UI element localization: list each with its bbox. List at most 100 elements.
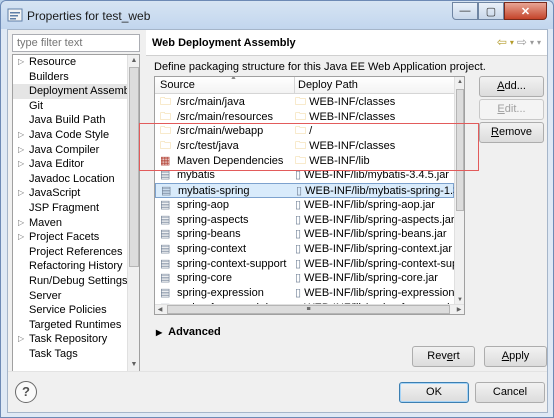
forward-arrow-icon[interactable]: ⇨ <box>517 35 527 51</box>
expand-triangle-icon[interactable]: ▷ <box>18 157 24 172</box>
sidebar-item[interactable]: ▷ Task Repository <box>13 332 129 347</box>
deploy-path-cell: ▯ WEB-INF/lib/spring-beans.jar <box>295 227 454 242</box>
panel-divider[interactable] <box>142 30 146 388</box>
deploy-path-cell: ▯ WEB-INF/lib/spring-context-support.jar <box>295 257 454 272</box>
sidebar-item[interactable]: ▷ JavaScript <box>13 186 129 201</box>
help-icon[interactable]: ? <box>15 381 37 403</box>
table-horizontal-scrollbar[interactable]: ◀ ≡ ▶ <box>155 304 464 314</box>
sidebar-item[interactable]: Run/Debug Settings <box>13 274 129 289</box>
sidebar-item[interactable]: Server <box>13 289 129 304</box>
table-row[interactable]: ▤ mybatis ▯ WEB-INF/lib/mybatis-3.4.5.jar <box>155 168 454 183</box>
deploy-path-text: WEB-INF/classes <box>309 140 396 153</box>
expand-triangle-icon[interactable]: ▷ <box>18 55 24 70</box>
table-row[interactable]: 🗀 /src/test/java 🗀 WEB-INF/classes <box>155 139 454 154</box>
cancel-button[interactable]: Cancel <box>475 382 545 403</box>
column-header-deploy-path[interactable]: Deploy Path <box>298 79 358 91</box>
table-row[interactable]: ▤ spring-beans ▯ WEB-INF/lib/spring-beans.… <box>155 227 454 242</box>
page-title: Web Deployment Assembly <box>152 37 296 49</box>
chevron-down-icon[interactable]: ▾ <box>530 35 534 51</box>
scroll-right-arrow-icon[interactable]: ▶ <box>454 305 464 314</box>
sidebar-item[interactable]: Java Build Path <box>13 113 129 128</box>
sidebar-item[interactable]: JSP Fragment <box>13 201 129 216</box>
expand-triangle-icon[interactable]: ▷ <box>18 332 24 347</box>
sidebar-item-label: Git <box>29 99 44 112</box>
sidebar-item-label: Java Editor <box>29 158 85 171</box>
table-row[interactable]: ▤ spring-expression ▯ WEB-INF/lib/spring-e… <box>155 286 454 301</box>
sidebar-item[interactable]: Project References <box>13 245 129 260</box>
expand-triangle-icon[interactable]: ▷ <box>18 128 24 143</box>
sidebar-item[interactable]: Git <box>13 99 129 114</box>
apply-button[interactable]: Apply <box>484 346 547 367</box>
edit-button[interactable]: Edit... <box>479 99 544 120</box>
scrollbar-thumb[interactable] <box>129 67 139 267</box>
table-row[interactable]: 🗀 /src/main/webapp 🗀 / <box>155 124 454 139</box>
table-vertical-scrollbar[interactable]: ▲ ▼ <box>454 77 464 305</box>
table-row[interactable]: ▤ spring-context-support ▯ WEB-INF/lib/spr… <box>155 257 454 272</box>
scroll-down-arrow-icon[interactable]: ▼ <box>128 359 139 371</box>
chevron-down-icon[interactable]: ▾ <box>510 35 514 51</box>
sidebar-item[interactable]: ▷ Java Compiler <box>13 143 129 158</box>
table-row[interactable]: 🗀 /src/main/resources 🗀 WEB-INF/classes <box>155 110 454 125</box>
filter-input[interactable] <box>12 34 140 52</box>
scroll-left-arrow-icon[interactable]: ◀ <box>155 305 165 314</box>
sidebar-item-label: Project References <box>29 245 123 258</box>
ok-button[interactable]: OK <box>399 382 469 403</box>
table-row[interactable]: ▦ Maven Dependencies 🗀 WEB-INF/lib <box>155 154 454 169</box>
deploy-path-cell: 🗀 WEB-INF/classes <box>295 95 454 110</box>
add-button[interactable]: Add... <box>479 76 544 97</box>
sidebar-item[interactable]: ▷ Java Code Style <box>13 128 129 143</box>
menu-icon[interactable]: ▾ <box>537 35 541 51</box>
sidebar-item[interactable]: Task Tags <box>13 347 129 362</box>
folder-icon: 🗀 <box>295 154 310 167</box>
deploy-path-text: WEB-INF/lib/spring-context-support.jar <box>304 257 454 270</box>
assembly-table: Source ▲ Deploy Path 🗀 /src/main/java 🗀 WE… <box>154 76 465 315</box>
table-row[interactable]: ▤ spring-context ▯ WEB-INF/lib/spring-cont… <box>155 242 454 257</box>
sidebar-item[interactable]: Javadoc Location <box>13 172 129 187</box>
table-row[interactable]: ▤ spring-core ▯ WEB-INF/lib/spring-core.ja… <box>155 271 454 286</box>
column-header-source[interactable]: Source <box>160 79 195 91</box>
maximize-button[interactable]: ▢ <box>478 2 504 20</box>
close-button[interactable]: ✕ <box>504 2 547 20</box>
back-arrow-icon[interactable]: ⇦ <box>497 35 507 51</box>
window-controls: — ▢ ✕ <box>452 2 547 20</box>
expand-triangle-icon[interactable]: ▷ <box>18 143 24 158</box>
revert-button[interactable]: Revert <box>412 346 475 367</box>
sidebar-item[interactable]: ▷ Java Editor <box>13 157 129 172</box>
source-cell: /src/main/webapp <box>177 125 264 138</box>
tree-vertical-scrollbar[interactable]: ▲ ▼ <box>127 55 139 371</box>
expand-triangle-icon[interactable]: ▷ <box>18 230 24 245</box>
deploy-path-cell: ▯ WEB-INF/lib/spring-context.jar <box>295 242 454 257</box>
jar-file-icon: ▯ <box>295 169 305 182</box>
sidebar-item[interactable]: ▷ Resource <box>13 55 129 70</box>
sidebar-item[interactable]: Deployment Assembly <box>13 84 129 99</box>
sidebar-item[interactable]: Targeted Runtimes <box>13 318 129 333</box>
scroll-up-arrow-icon[interactable]: ▲ <box>455 77 464 87</box>
jar-file-icon: ▯ <box>295 272 305 285</box>
scroll-up-arrow-icon[interactable]: ▲ <box>128 55 139 67</box>
source-cell: spring-aspects <box>177 213 249 226</box>
sidebar-item[interactable]: Refactoring History <box>13 259 129 274</box>
remove-button[interactable]: Remove <box>479 122 544 143</box>
sidebar-item-label: Task Tags <box>29 347 78 360</box>
title-bar[interactable]: Properties for test_web — ▢ ✕ <box>1 1 553 29</box>
table-row[interactable]: ▤ mybatis-spring ▯ WEB-INF/lib/mybatis-spr… <box>155 183 454 198</box>
table-row[interactable]: ▤ spring-aop ▯ WEB-INF/lib/spring-aop.jar <box>155 198 454 213</box>
expand-triangle-icon[interactable]: ▷ <box>18 216 24 231</box>
advanced-section-toggle[interactable]: ▶ Advanced <box>156 326 221 338</box>
scrollbar-thumb[interactable] <box>456 89 464 211</box>
table-row[interactable]: 🗀 /src/main/java 🗀 WEB-INF/classes <box>155 95 454 110</box>
column-divider[interactable] <box>294 77 295 94</box>
table-row[interactable]: ▤ spring-aspects ▯ WEB-INF/lib/spring-aspe… <box>155 213 454 228</box>
sidebar-item[interactable]: Builders <box>13 70 129 85</box>
expand-triangle-icon[interactable]: ▷ <box>18 186 24 201</box>
sidebar-item[interactable]: ▷ Maven <box>13 216 129 231</box>
project-icon: ▤ <box>160 213 171 226</box>
sidebar-item[interactable]: Service Policies <box>13 303 129 318</box>
minimize-button[interactable]: — <box>452 2 478 20</box>
sidebar-item[interactable]: ▷ Project Facets <box>13 230 129 245</box>
project-icon: ▤ <box>160 257 171 270</box>
deploy-path-cell: ▯ WEB-INF/lib/spring-expression.jar <box>295 286 454 301</box>
deploy-path-text: WEB-INF/lib/spring-aspects.jar <box>304 213 454 226</box>
deploy-path-cell: ▯ WEB-INF/lib/mybatis-spring-1.3.1.jar <box>296 184 454 199</box>
scrollbar-thumb[interactable]: ≡ <box>167 305 450 314</box>
